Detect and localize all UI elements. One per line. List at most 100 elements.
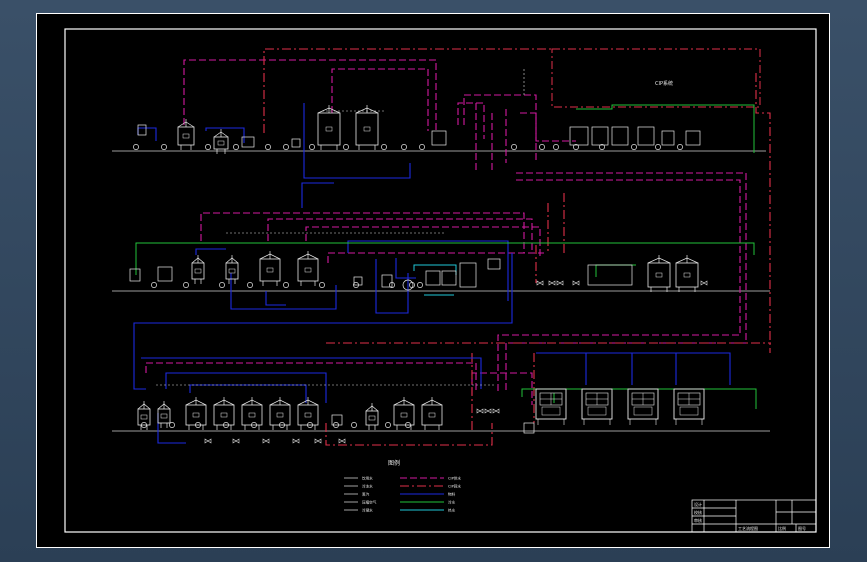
pump xyxy=(343,144,349,150)
equipment-layer xyxy=(129,105,708,444)
outer-frame xyxy=(36,13,830,548)
valve xyxy=(204,438,212,444)
pump xyxy=(183,282,189,288)
plate-heat-exchanger xyxy=(425,270,441,286)
legend-label-left-1: 饮用水 xyxy=(362,475,373,480)
fermentation-tank-5 xyxy=(297,397,319,430)
storage-tank-3 xyxy=(421,397,443,430)
legend-label-right-4: 冷水 xyxy=(448,499,456,504)
valve xyxy=(700,280,708,286)
raw-material-vessel xyxy=(137,124,147,136)
valve xyxy=(548,280,556,286)
pump xyxy=(219,282,225,288)
seed-tank xyxy=(137,401,151,430)
title-block-row-1: 设计 xyxy=(694,501,702,507)
pump xyxy=(319,282,325,288)
pump xyxy=(553,144,559,150)
filling-line-3 xyxy=(627,388,659,425)
cip-system-box: CIP系统 xyxy=(551,48,761,108)
fermentation-tank-2 xyxy=(213,397,235,430)
pump xyxy=(265,144,271,150)
feed-hopper xyxy=(129,268,141,282)
pump xyxy=(151,282,157,288)
fermentation-tank-3 xyxy=(241,397,263,430)
valve xyxy=(536,280,544,286)
pump xyxy=(409,282,415,288)
legend-left-column: 饮用水冷冻水蒸汽压缩空气冷凝水 xyxy=(344,475,377,512)
valve xyxy=(492,408,500,414)
control-cabinet xyxy=(291,138,301,148)
pump xyxy=(401,144,407,150)
pump xyxy=(309,144,315,150)
pump xyxy=(351,422,357,428)
pump xyxy=(631,144,637,150)
cip-pump-set xyxy=(661,130,675,146)
valve xyxy=(262,438,270,444)
sheet-number-label: 图号 xyxy=(798,525,806,531)
legend-right-column: CIP供水 CIP回水物料冷水热水 xyxy=(400,475,461,512)
legend: 图例 饮用水冷冻水蒸汽压缩空气冷凝水 CIP供水 CIP回水物料冷水热水 xyxy=(344,459,461,512)
finished-tank-2 xyxy=(675,255,699,292)
blending-tank xyxy=(191,255,205,284)
seed-tank-2 xyxy=(157,401,171,428)
cip-return-lines xyxy=(263,48,771,446)
legend-label-left-2: 冷冻水 xyxy=(362,483,373,488)
dissolving-tank xyxy=(157,266,173,282)
title-block-row-3: 审核 xyxy=(694,517,702,523)
cip-hot-water-tank xyxy=(611,126,629,146)
cip-water-tank xyxy=(637,126,655,146)
cip-alkali-tank xyxy=(591,126,609,146)
valve xyxy=(572,280,580,286)
pump xyxy=(161,144,167,150)
filling-line-2 xyxy=(581,388,613,425)
legend-label-right-5: 热水 xyxy=(448,507,456,512)
valve xyxy=(314,438,322,444)
pump xyxy=(417,282,423,288)
material-lines xyxy=(133,103,731,444)
holding-tank-2 xyxy=(297,251,319,286)
filter-unit xyxy=(431,130,447,146)
collection-vessel xyxy=(523,422,535,434)
hot-water-lines xyxy=(413,264,457,296)
buffer-tank xyxy=(213,129,229,154)
mixing-tank-2 xyxy=(355,105,379,150)
fermentation-tank-4 xyxy=(269,397,291,430)
pump xyxy=(205,144,211,150)
drawing-sheet: CIP系统 图例 饮用水 冷冻水 蒸汽 压缩空气 冷凝水 CIP供水 CIP回水… xyxy=(36,13,830,548)
title-block-row-2: 校核 xyxy=(694,509,702,515)
pump xyxy=(539,144,545,150)
cip-heat-exchanger xyxy=(685,130,701,146)
legend-label-left-3: 蒸汽 xyxy=(362,491,370,496)
title-block: 设计 校核 审核 工艺流程图 比例 图号 xyxy=(691,499,817,533)
deaerator xyxy=(381,274,393,288)
inner-frame xyxy=(64,28,817,533)
fermentation-tank-1 xyxy=(185,397,207,430)
legend-label-left-4: 压缩空气 xyxy=(362,499,377,504)
finished-tank-1 xyxy=(647,255,671,292)
sterilizer xyxy=(441,270,457,286)
filling-machine xyxy=(459,262,477,288)
cip-acid-tank xyxy=(569,126,589,146)
pump xyxy=(381,144,387,150)
valve xyxy=(484,408,492,414)
pump xyxy=(233,144,239,150)
pump xyxy=(655,144,661,150)
valve xyxy=(292,438,300,444)
pump xyxy=(283,144,289,150)
control-panel xyxy=(487,258,501,270)
holding-tank-1 xyxy=(259,251,281,286)
legend-label-left-5: 冷凝水 xyxy=(362,507,373,512)
buffer-tank-2 xyxy=(225,255,239,284)
legend-title: 图例 xyxy=(388,459,400,467)
pump xyxy=(133,144,139,150)
storage-tank-2 xyxy=(393,397,415,430)
valve xyxy=(338,438,346,444)
valve xyxy=(476,408,484,414)
storage-tank xyxy=(177,119,195,150)
filling-line-4 xyxy=(673,388,705,425)
pump xyxy=(247,282,253,288)
maturation-tank xyxy=(365,403,379,430)
cip-label: CIP系统 xyxy=(655,80,673,87)
pump xyxy=(511,144,517,150)
pump xyxy=(385,422,391,428)
